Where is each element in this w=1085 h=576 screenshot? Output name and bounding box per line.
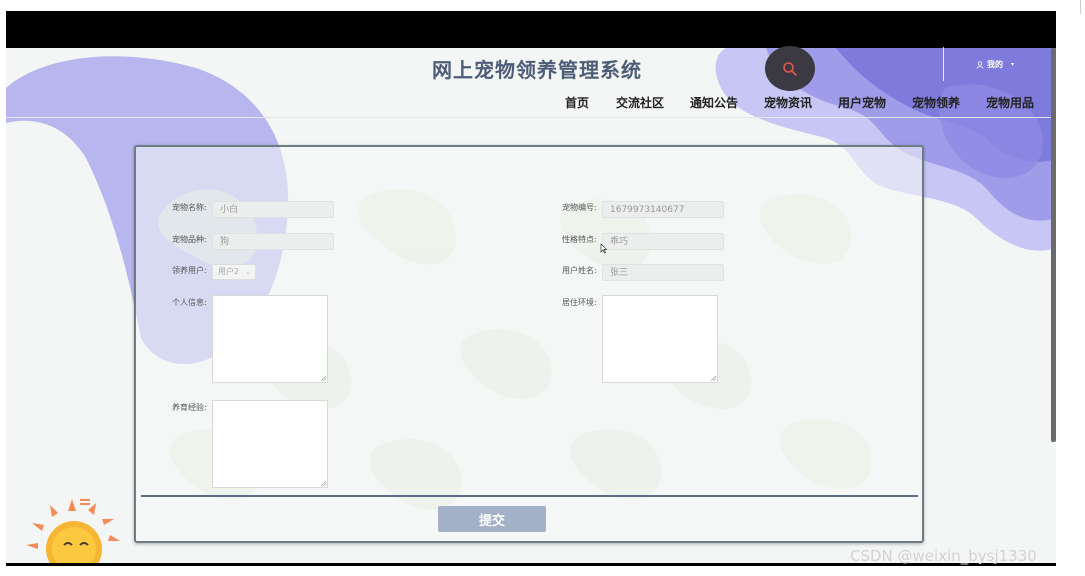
- adopt-user-select-value: 用户2: [218, 267, 240, 276]
- adoption-form-card: 宠物名称: 小白 宠物编号: 1679973140677 宠物品种: 狗 性格特…: [134, 145, 924, 543]
- search-icon: [783, 61, 797, 76]
- sun-decoration-icon: [26, 499, 120, 566]
- nav-pet-supplies[interactable]: 宠物用品: [986, 94, 1034, 111]
- personal-info-label: 个人信息:: [172, 298, 207, 307]
- pet-breed-input[interactable]: 狗: [212, 233, 334, 250]
- scrollbar[interactable]: [1051, 48, 1056, 442]
- nav-pet-news[interactable]: 宠物资讯: [764, 94, 812, 111]
- nav-pet-adoption[interactable]: 宠物领养: [912, 94, 960, 111]
- submit-button[interactable]: 提交: [438, 506, 546, 532]
- user-icon: [976, 60, 984, 69]
- pet-name-label: 宠物名称:: [172, 203, 207, 212]
- header-divider-line: [6, 117, 1056, 118]
- nav-user-pets[interactable]: 用户宠物: [838, 94, 886, 111]
- adopt-user-select[interactable]: 用户2 ⌄: [212, 264, 256, 280]
- chevron-down-icon: ⌄: [245, 268, 251, 276]
- nav-home[interactable]: 首页: [565, 94, 589, 111]
- mouse-cursor-icon: [600, 243, 608, 254]
- search-button[interactable]: [765, 46, 815, 91]
- pet-breed-label: 宠物品种:: [172, 235, 207, 244]
- traits-input[interactable]: 乖巧: [602, 233, 724, 250]
- personal-info-textarea[interactable]: [212, 295, 328, 383]
- site-title: 网上宠物领养管理系统: [432, 58, 642, 82]
- user-name-input[interactable]: 张三: [602, 264, 724, 281]
- top-black-bar: [6, 11, 1056, 48]
- living-env-label: 居住环境:: [562, 298, 597, 307]
- resize-handle-icon[interactable]: [321, 376, 326, 381]
- form-divider: [141, 495, 918, 497]
- pet-name-input[interactable]: 小白: [212, 201, 334, 218]
- watermark: CSDN @weixin_bysj1330: [850, 547, 1037, 565]
- nav-notices[interactable]: 通知公告: [690, 94, 738, 111]
- pet-number-input[interactable]: 1679973140677: [602, 201, 724, 218]
- adopt-user-label: 领养用户:: [172, 266, 207, 275]
- resize-handle-icon[interactable]: [321, 481, 326, 486]
- chevron-down-icon: ▾: [1011, 61, 1015, 68]
- user-name-label: 用户姓名:: [562, 266, 597, 275]
- header-divider: [943, 47, 944, 81]
- user-menu[interactable]: 我的 ▾: [976, 59, 1014, 70]
- resize-handle-icon[interactable]: [711, 376, 716, 381]
- pet-number-label: 宠物编号:: [562, 203, 597, 212]
- window-edge: [1080, 0, 1081, 14]
- traits-label: 性格特点:: [562, 235, 597, 244]
- app-window: 网上宠物领养管理系统 我的 ▾ 首页 交流社区 通知公告 宠物资讯 用户宠物 宠…: [6, 11, 1056, 566]
- living-env-textarea[interactable]: [602, 295, 718, 383]
- experience-textarea[interactable]: [212, 400, 328, 488]
- user-menu-label: 我的: [987, 60, 1003, 69]
- experience-label: 养育经验:: [172, 403, 207, 412]
- nav-community[interactable]: 交流社区: [616, 94, 664, 111]
